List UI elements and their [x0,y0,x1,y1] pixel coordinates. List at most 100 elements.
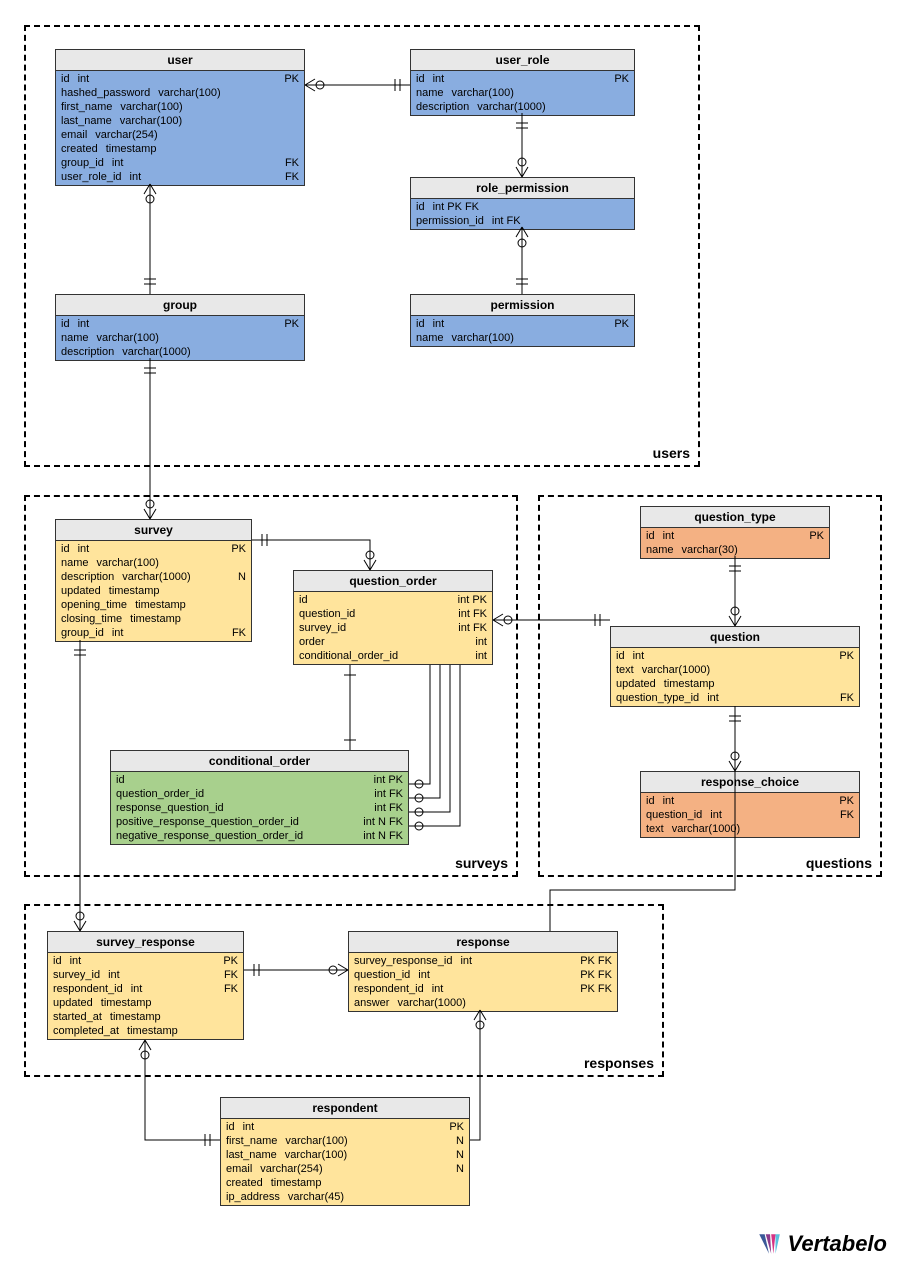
column-row: first_namevarchar(100)N [221,1134,469,1148]
table-title: user_role [411,50,634,71]
table-body: survey_response_idintPK FKquestion_idint… [349,953,617,1011]
table-user[interactable]: user idintPKhashed_passwordvarchar(100)f… [55,49,305,186]
table-survey[interactable]: survey idintPKnamevarchar(100)descriptio… [55,519,252,642]
table-title: conditional_order [111,751,408,772]
column-row: last_namevarchar(100)N [221,1148,469,1162]
group-label-surveys: surveys [455,855,508,871]
column-row: first_namevarchar(100) [56,100,304,114]
table-body: idintPKnamevarchar(100)descriptionvarcha… [56,316,304,360]
table-body: idintPKquestion_idintFKtextvarchar(1000) [641,793,859,837]
table-conditional-order[interactable]: conditional_order idint PKquestion_order… [110,750,409,845]
column-row: idintPK [411,72,634,86]
table-title: question_type [641,507,829,528]
table-body: idint PK FKpermission_idint FK [411,199,634,229]
column-row: namevarchar(100) [411,331,634,345]
table-body: idintPKnamevarchar(100)descriptionvarcha… [56,541,251,641]
column-row: idint PK FK [411,200,634,214]
table-body: idintPKtextvarchar(1000)updatedtimestamp… [611,648,859,706]
table-respondent[interactable]: respondent idintPKfirst_namevarchar(100)… [220,1097,470,1206]
column-row: namevarchar(100) [56,331,304,345]
table-title: response_choice [641,772,859,793]
column-row: completed_attimestamp [48,1024,243,1038]
table-question-order[interactable]: question_order idint PKquestion_idint FK… [293,570,493,665]
column-row: last_namevarchar(100) [56,114,304,128]
group-label-questions: questions [806,855,872,871]
column-row: idint PK [294,593,492,607]
table-title: survey_response [48,932,243,953]
table-title: survey [56,520,251,541]
table-body: idint PKquestion_idint FKsurvey_idint FK… [294,592,492,664]
column-row: descriptionvarchar(1000) [56,345,304,359]
column-row: survey_idintFK [48,968,243,982]
column-row: updatedtimestamp [611,677,859,691]
table-user-role[interactable]: user_role idintPKnamevarchar(100)descrip… [410,49,635,116]
column-row: negative_response_question_order_idint N… [111,829,408,843]
column-row: question_idintFK [641,808,859,822]
column-row: user_role_idintFK [56,170,304,184]
table-title: respondent [221,1098,469,1119]
table-permission[interactable]: permission idintPKnamevarchar(100) [410,294,635,347]
vertabelo-logo: Vertabelo [756,1231,887,1257]
column-row: question_type_idintFK [611,691,859,705]
table-body: idintPKnamevarchar(30) [641,528,829,558]
column-row: group_idintFK [56,626,251,640]
table-title: permission [411,295,634,316]
table-group[interactable]: group idintPKnamevarchar(100)description… [55,294,305,361]
column-row: descriptionvarchar(1000) [411,100,634,114]
table-response[interactable]: response survey_response_idintPK FKquest… [348,931,618,1012]
column-row: textvarchar(1000) [611,663,859,677]
table-role-permission[interactable]: role_permission idint PK FKpermission_id… [410,177,635,230]
table-title: question_order [294,571,492,592]
group-label-responses: responses [584,1055,654,1071]
column-row: emailvarchar(254)N [221,1162,469,1176]
column-row: emailvarchar(254) [56,128,304,142]
table-body: idintPKsurvey_idintFKrespondent_idintFKu… [48,953,243,1039]
column-row: namevarchar(100) [56,556,251,570]
table-title: role_permission [411,178,634,199]
table-body: idintPKnamevarchar(100) [411,316,634,346]
column-row: textvarchar(1000) [641,822,859,836]
column-row: survey_idint FK [294,621,492,635]
table-question[interactable]: question idintPKtextvarchar(1000)updated… [610,626,860,707]
table-title: question [611,627,859,648]
column-row: updatedtimestamp [48,996,243,1010]
column-row: opening_timetimestamp [56,598,251,612]
column-row: descriptionvarchar(1000)N [56,570,251,584]
group-label-users: users [653,445,690,461]
column-row: idintPK [411,317,634,331]
table-body: idintPKnamevarchar(100)descriptionvarcha… [411,71,634,115]
column-row: hashed_passwordvarchar(100) [56,86,304,100]
column-row: idintPK [221,1120,469,1134]
column-row: idintPK [48,954,243,968]
column-row: idintPK [611,649,859,663]
column-row: idintPK [641,529,829,543]
vertabelo-logo-icon [756,1231,782,1257]
table-body: idint PKquestion_order_idint FKresponse_… [111,772,408,844]
column-row: respondent_idintFK [48,982,243,996]
column-row: idintPK [56,72,304,86]
table-title: response [349,932,617,953]
column-row: orderint [294,635,492,649]
column-row: ip_addressvarchar(45) [221,1190,469,1204]
column-row: closing_timetimestamp [56,612,251,626]
column-row: permission_idint FK [411,214,634,228]
column-row: namevarchar(100) [411,86,634,100]
table-survey-response[interactable]: survey_response idintPKsurvey_idintFKres… [47,931,244,1040]
column-row: survey_response_idintPK FK [349,954,617,968]
table-title: group [56,295,304,316]
table-title: user [56,50,304,71]
column-row: question_idint FK [294,607,492,621]
column-row: idintPK [641,794,859,808]
column-row: respondent_idintPK FK [349,982,617,996]
column-row: conditional_order_idint [294,649,492,663]
column-row: started_attimestamp [48,1010,243,1024]
column-row: group_idintFK [56,156,304,170]
table-question-type[interactable]: question_type idintPKnamevarchar(30) [640,506,830,559]
table-body: idintPKfirst_namevarchar(100)Nlast_namev… [221,1119,469,1205]
column-row: updatedtimestamp [56,584,251,598]
column-row: response_question_idint FK [111,801,408,815]
column-row: idint PK [111,773,408,787]
table-response-choice[interactable]: response_choice idintPKquestion_idintFKt… [640,771,860,838]
column-row: createdtimestamp [221,1176,469,1190]
column-row: question_idintPK FK [349,968,617,982]
